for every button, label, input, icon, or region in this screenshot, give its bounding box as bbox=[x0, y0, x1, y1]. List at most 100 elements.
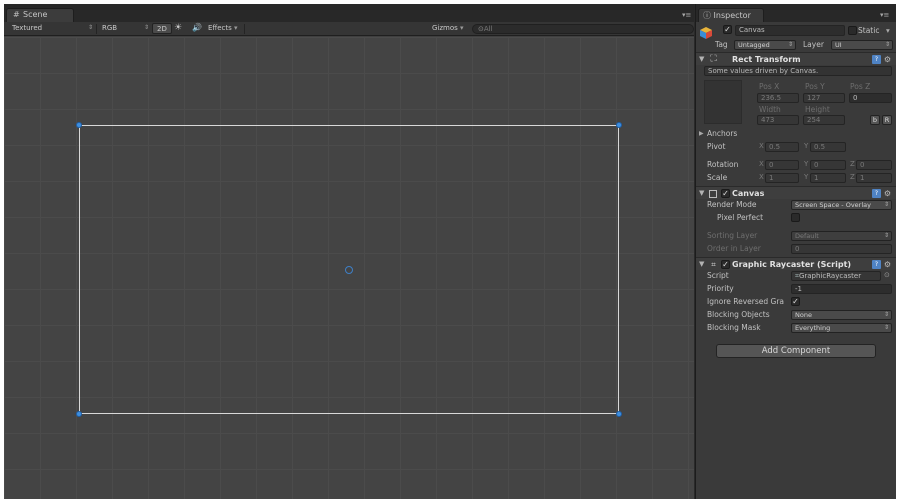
pos-z-field[interactable]: 0 bbox=[849, 93, 892, 103]
tag-dropdown[interactable]: Untagged ⇕ bbox=[734, 40, 796, 50]
static-label: Static bbox=[858, 26, 880, 35]
foldout-arrow-icon[interactable]: ▼ bbox=[699, 189, 704, 197]
pixel-perfect-checkbox[interactable] bbox=[791, 213, 800, 222]
width-field[interactable]: 473 bbox=[757, 115, 799, 125]
gear-icon[interactable]: ⚙ bbox=[883, 55, 892, 64]
rotation-x-field[interactable]: 0 bbox=[765, 160, 799, 170]
anchors-label: Anchors bbox=[707, 129, 738, 138]
render-arrow-icon: ⇕ bbox=[144, 24, 150, 31]
blocking-objects-dropdown[interactable]: None ⇕ bbox=[791, 310, 892, 320]
ignore-reversed-label: Ignore Reversed Gra bbox=[707, 297, 785, 306]
add-component-button[interactable]: Add Component bbox=[716, 344, 876, 358]
scene-tab-bar: # Scene ▾≡ bbox=[4, 4, 694, 22]
rotation-y-field[interactable]: 0 bbox=[810, 160, 846, 170]
priority-field[interactable]: -1 bbox=[791, 284, 892, 294]
tab-scene[interactable]: # Scene bbox=[6, 8, 74, 22]
render-mode-dropdown[interactable]: Screen Space - Overlay ⇕ bbox=[791, 200, 892, 210]
canvas-enabled-checkbox[interactable]: ✓ bbox=[721, 189, 730, 198]
order-in-layer-field[interactable]: 0 bbox=[791, 244, 892, 254]
render-mode-label: Render Mode bbox=[707, 200, 757, 209]
tag-value: Untagged bbox=[738, 41, 770, 49]
layer-dropdown[interactable]: UI ⇕ bbox=[831, 40, 893, 50]
info-icon: ⓘ bbox=[703, 11, 711, 20]
blocking-mask-dropdown[interactable]: Everything ⇕ bbox=[791, 323, 892, 333]
scene-tab-label: Scene bbox=[23, 10, 48, 19]
order-in-layer-label: Order in Layer bbox=[707, 244, 761, 253]
toggle-2d-button[interactable]: 2D bbox=[152, 23, 172, 34]
pivot-x-field[interactable]: 0.5 bbox=[765, 142, 799, 152]
scene-viewport[interactable] bbox=[4, 37, 694, 499]
foldout-arrow-icon[interactable]: ▼ bbox=[699, 55, 704, 63]
dropdown-arrow-icon: ⇕ bbox=[884, 41, 890, 48]
static-row: Static ▾ bbox=[696, 25, 896, 37]
object-picker-icon[interactable]: ⊙ bbox=[884, 271, 890, 279]
rect-transform-icon: ⛶ bbox=[710, 54, 717, 64]
axis-x-label: X bbox=[759, 142, 764, 150]
shading-mode-dropdown[interactable]: Textured bbox=[8, 23, 46, 34]
scene-panel: # Scene ▾≡ Textured ⇕ RGB ⇕ 2D ☀ 🔊 Effect… bbox=[4, 4, 694, 499]
raw-edit-button[interactable]: R bbox=[882, 115, 892, 125]
lighting-toggle-icon[interactable]: ☀ bbox=[170, 23, 186, 34]
pivot-handle[interactable] bbox=[345, 266, 353, 274]
axis-x-label: X bbox=[759, 173, 764, 181]
effects-dropdown[interactable]: Effects ▾ bbox=[204, 23, 242, 34]
blocking-objects-label: Blocking Objects bbox=[707, 310, 770, 319]
rotation-label: Rotation bbox=[707, 160, 739, 169]
pos-x-field[interactable]: 236.5 bbox=[757, 93, 799, 103]
axis-y-label: Y bbox=[804, 173, 809, 181]
effects-label: Effects bbox=[208, 24, 232, 32]
axis-y-label: Y bbox=[804, 142, 809, 150]
scale-z-field[interactable]: 1 bbox=[856, 173, 892, 183]
scene-search-input[interactable]: ⊙All bbox=[472, 24, 694, 34]
scale-x-field[interactable]: 1 bbox=[765, 173, 799, 183]
pos-y-field[interactable]: 127 bbox=[803, 93, 845, 103]
script-icon: ⌗ bbox=[711, 260, 716, 269]
anchors-foldout-icon[interactable]: ▶ bbox=[699, 130, 704, 137]
sorting-layer-label: Sorting Layer bbox=[707, 231, 758, 240]
gizmos-dropdown[interactable]: Gizmos ▾ bbox=[428, 23, 468, 34]
tag-label: Tag bbox=[715, 40, 728, 49]
help-book-icon[interactable]: ? bbox=[872, 260, 881, 269]
shading-arrow-icon: ⇕ bbox=[88, 24, 94, 31]
anchors-row[interactable]: ▶ Anchors bbox=[696, 128, 896, 140]
editor-window: # Scene ▾≡ Textured ⇕ RGB ⇕ 2D ☀ 🔊 Effect… bbox=[4, 4, 896, 499]
rect-handle-bottom-right[interactable] bbox=[616, 411, 622, 417]
script-object-field[interactable]: ⌗GraphicRaycaster bbox=[791, 271, 881, 281]
gear-icon[interactable]: ⚙ bbox=[883, 260, 892, 269]
priority-label: Priority bbox=[707, 284, 734, 293]
dropdown-arrow-icon: ⇕ bbox=[883, 311, 889, 318]
shading-mode-label: Textured bbox=[12, 24, 43, 32]
rect-handle-bottom-left[interactable] bbox=[76, 411, 82, 417]
ignore-reversed-checkbox[interactable]: ✓ bbox=[791, 297, 800, 306]
rect-handle-top-right[interactable] bbox=[616, 122, 622, 128]
panel-menu-icon[interactable]: ▾≡ bbox=[682, 11, 691, 19]
graphic-raycaster-header[interactable]: ▼ ⌗ ✓ Graphic Raycaster (Script) ? ⚙ bbox=[696, 257, 896, 270]
rect-transform-header[interactable]: ▼ ⛶ Rect Transform ? ⚙ bbox=[696, 52, 896, 65]
pivot-y-field[interactable]: 0.5 bbox=[810, 142, 846, 152]
render-mode-dropdown[interactable]: RGB bbox=[98, 23, 121, 34]
tab-inspector[interactable]: ⓘ Inspector bbox=[698, 8, 764, 22]
inspector-menu-icon[interactable]: ▾≡ bbox=[880, 11, 889, 19]
blueprint-mode-button[interactable]: b bbox=[870, 115, 880, 125]
canvas-component-title: Canvas bbox=[732, 189, 765, 198]
pos-labels-row: Pos X Pos Y Pos Z bbox=[696, 81, 896, 93]
help-book-icon[interactable]: ? bbox=[872, 189, 881, 198]
static-dropdown-arrow-icon[interactable]: ▾ bbox=[886, 26, 890, 35]
height-field[interactable]: 254 bbox=[803, 115, 845, 125]
sorting-layer-value: Default bbox=[795, 232, 819, 240]
pixel-perfect-label: Pixel Perfect bbox=[717, 213, 764, 222]
foldout-arrow-icon[interactable]: ▼ bbox=[699, 260, 704, 268]
canvas-component-header[interactable]: ▼ ✓ Canvas ? ⚙ bbox=[696, 186, 896, 199]
rect-handle-top-left[interactable] bbox=[76, 122, 82, 128]
axis-x-label: X bbox=[759, 160, 764, 168]
gear-icon[interactable]: ⚙ bbox=[883, 189, 892, 198]
help-book-icon[interactable]: ? bbox=[872, 55, 881, 64]
dropdown-arrow-icon: ⇕ bbox=[883, 201, 889, 208]
rotation-z-field[interactable]: 0 bbox=[856, 160, 892, 170]
raycaster-enabled-checkbox[interactable]: ✓ bbox=[721, 260, 730, 269]
scale-y-field[interactable]: 1 bbox=[810, 173, 846, 183]
sorting-layer-dropdown[interactable]: Default ⇕ bbox=[791, 231, 892, 241]
search-placeholder: All bbox=[483, 25, 493, 33]
blocking-objects-value: None bbox=[795, 311, 812, 319]
scale-label: Scale bbox=[707, 173, 728, 182]
